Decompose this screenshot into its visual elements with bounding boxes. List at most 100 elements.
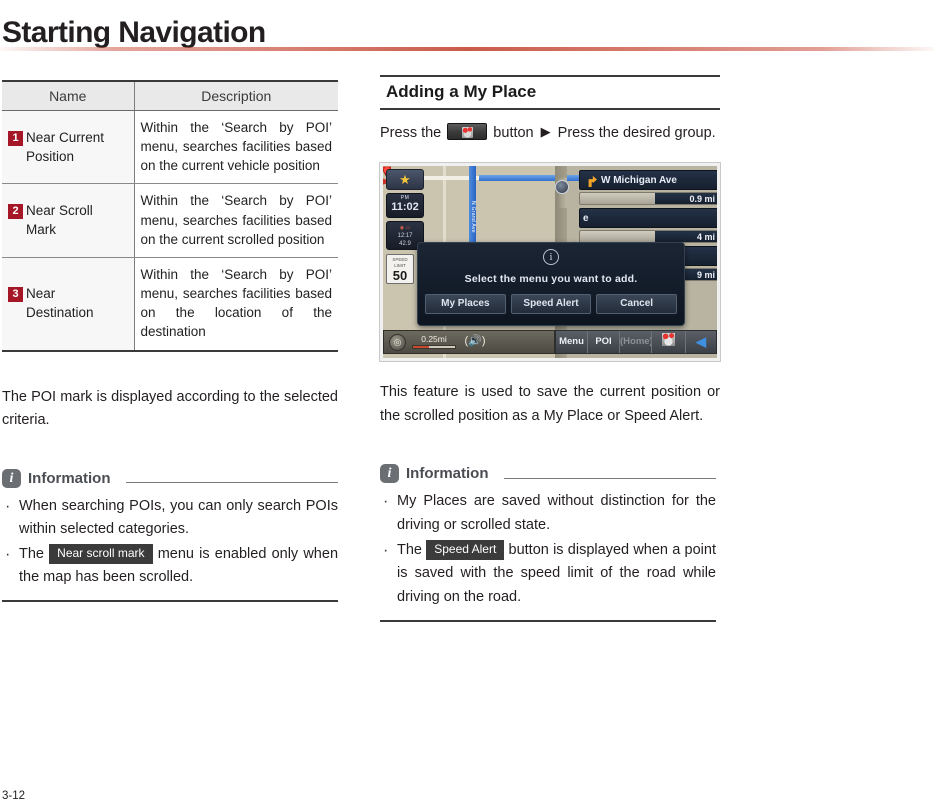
- info-icon: i: [380, 464, 399, 484]
- eco-line1: 12:17: [397, 233, 413, 240]
- manual-page: Starting Navigation Name Description 1 Ne…: [0, 0, 934, 808]
- row-name-line2: Destination: [26, 305, 94, 321]
- information-block-right: i Information My Places are saved withou…: [380, 464, 716, 622]
- row-name-line1: Near: [26, 286, 56, 302]
- guidance-distance-row: 0.9 mi: [579, 192, 717, 206]
- row-name-cell: 1 Near Current Position: [2, 110, 135, 185]
- information-bottom-rule: [380, 619, 716, 622]
- row-description-cell: Within the ‘Search by POI’ menu, searche…: [134, 257, 338, 352]
- poi-note-paragraph: The POI mark is displayed according to t…: [2, 388, 338, 429]
- press-text-middle: button: [489, 125, 538, 141]
- navigation-screenshot: N Grand Ave ★ PM 11:02 ◉ ▭ 12:17 42.9 SP…: [379, 162, 721, 363]
- table-header: Name Description: [2, 80, 338, 111]
- information-list: When searching POIs, you can only search…: [2, 494, 338, 591]
- section-title-adding-my-place: Adding a My Place: [380, 75, 720, 110]
- speed-alert-button[interactable]: Speed Alert: [510, 294, 592, 315]
- row-description-cell: Within the ‘Search by POI’ menu, searche…: [134, 183, 338, 258]
- list-item: The Near scroll mark menu is enabled onl…: [2, 542, 338, 590]
- row-name-line1: Near Scroll: [26, 203, 93, 219]
- info-icon: i: [2, 468, 21, 488]
- bullet-text: My Places are saved without distinction …: [397, 493, 716, 534]
- information-header-rule: [503, 477, 716, 479]
- speed-limit-label: SPEED LIMIT: [392, 257, 408, 268]
- list-item: My Places are saved without distinction …: [380, 489, 716, 537]
- header-divider: [0, 47, 934, 51]
- page-number: 3-12: [2, 790, 26, 802]
- turn-right-arrow-icon: [583, 175, 597, 187]
- information-header: i Information: [2, 468, 338, 488]
- row-name-cell: 2 Near Scroll Mark: [2, 183, 135, 258]
- my-place-icon: [662, 333, 675, 347]
- guidance-street-name: W Michigan Ave: [601, 174, 677, 186]
- row-number-badge: 2: [8, 204, 23, 220]
- clock-widget: PM 11:02: [386, 193, 424, 219]
- information-header-rule: [125, 482, 338, 484]
- speed-limit-sign: SPEED LIMIT 50: [386, 254, 414, 285]
- guidance-street-row: e: [579, 208, 717, 229]
- near-scroll-mark-chip[interactable]: Near scroll mark: [49, 543, 153, 564]
- speed-limit-value: 50: [392, 268, 408, 284]
- toolbar-right-group: Menu POI (Home) ◀: [555, 330, 717, 355]
- dialog-message: Select the menu you want to add.: [464, 273, 638, 286]
- row-number-badge: 3: [8, 287, 23, 303]
- information-bottom-rule: [2, 600, 338, 603]
- information-title: Information: [406, 465, 489, 483]
- toolbar-back-button[interactable]: ◀: [686, 331, 716, 353]
- compass-button-icon[interactable]: ◎: [389, 333, 406, 351]
- table-body: 1 Near Current Position Within the ‘Searc…: [2, 110, 338, 352]
- table-row: 1 Near Current Position Within the ‘Searc…: [2, 110, 338, 185]
- cancel-button[interactable]: Cancel: [596, 294, 678, 315]
- table-header-row: Name Description: [2, 80, 338, 111]
- toolbar-poi-button[interactable]: POI: [588, 331, 620, 354]
- poi-criteria-table: Name Description 1 Near Current Position …: [2, 80, 338, 352]
- bullet-text: When searching POIs, you can only search…: [19, 497, 338, 538]
- information-header: i Information: [380, 464, 716, 484]
- toolbar-menu-button[interactable]: Menu: [556, 331, 588, 354]
- column-header-description: Description: [134, 80, 338, 111]
- information-list: My Places are saved without distinction …: [380, 489, 716, 610]
- press-text-after: Press the desired group.: [553, 125, 716, 141]
- eco-icon-row: ◉ ▭: [399, 225, 411, 232]
- guidance-distance-value: 9 mi: [696, 270, 715, 281]
- bullet-text-before: The: [397, 541, 427, 558]
- toolbar-my-place-button[interactable]: [652, 331, 686, 354]
- map-scale-indicator[interactable]: 0.25mi: [412, 334, 456, 350]
- my-places-button[interactable]: My Places: [425, 294, 506, 315]
- feature-note-paragraph: This feature is used to save the current…: [380, 384, 720, 424]
- map-scale-value: 0.25mi: [421, 334, 447, 345]
- information-block-left: i Information When searching POIs, you c…: [2, 468, 338, 603]
- information-circle-icon: i: [543, 249, 559, 266]
- my-place-button-icon[interactable]: [447, 123, 488, 140]
- map-scale-bar: [412, 345, 456, 350]
- speaker-icon[interactable]: (🔊): [462, 334, 488, 350]
- row-name-line1: Near Current: [26, 129, 105, 145]
- guidance-distance-value: 0.9 mi: [689, 194, 715, 205]
- press-text-before: Press the: [380, 125, 446, 141]
- row-name-line2: Mark: [26, 222, 56, 238]
- toolbar-left-group: ◎ 0.25mi (🔊): [383, 330, 555, 355]
- row-number-badge: 1: [8, 130, 23, 146]
- right-column: Adding a My Place Press the button ▶ Pre…: [379, 75, 721, 622]
- list-item: The Speed Alert button is displayed when…: [380, 538, 716, 610]
- favorite-star-icon[interactable]: ★: [386, 169, 424, 191]
- information-title: Information: [28, 469, 111, 487]
- speed-alert-chip[interactable]: Speed Alert: [426, 539, 505, 560]
- table-row: 2 Near Scroll Mark Within the ‘Search by …: [2, 183, 338, 258]
- page-title: Starting Navigation: [2, 16, 266, 50]
- left-column: Name Description 1 Near Current Position …: [2, 80, 338, 603]
- row-description-cell: Within the ‘Search by POI’ menu, searche…: [134, 110, 338, 185]
- list-item: When searching POIs, you can only search…: [2, 494, 338, 542]
- dialog-buttons: My Places Speed Alert Cancel: [425, 294, 678, 315]
- arrow-right-icon: ▶: [540, 124, 551, 139]
- guidance-street-row: W Michigan Ave: [579, 170, 717, 191]
- guidance-distance-value: 4 mi: [696, 232, 715, 243]
- bullet-text-before: The: [19, 545, 50, 562]
- toolbar-home-button[interactable]: (Home): [620, 331, 652, 354]
- column-header-name: Name: [2, 80, 135, 111]
- table-row: 3 Near Destination Within the ‘Search by …: [2, 257, 338, 352]
- map-road-label: N Grand Ave: [470, 200, 476, 233]
- press-steps-paragraph: Press the button ▶ Press the desired gro…: [380, 121, 720, 145]
- navigation-toolbar: ◎ 0.25mi (🔊) Menu POI (Home) ◀: [383, 330, 717, 355]
- guidance-street-name: e: [583, 212, 589, 224]
- row-name-line2: Position: [26, 148, 75, 164]
